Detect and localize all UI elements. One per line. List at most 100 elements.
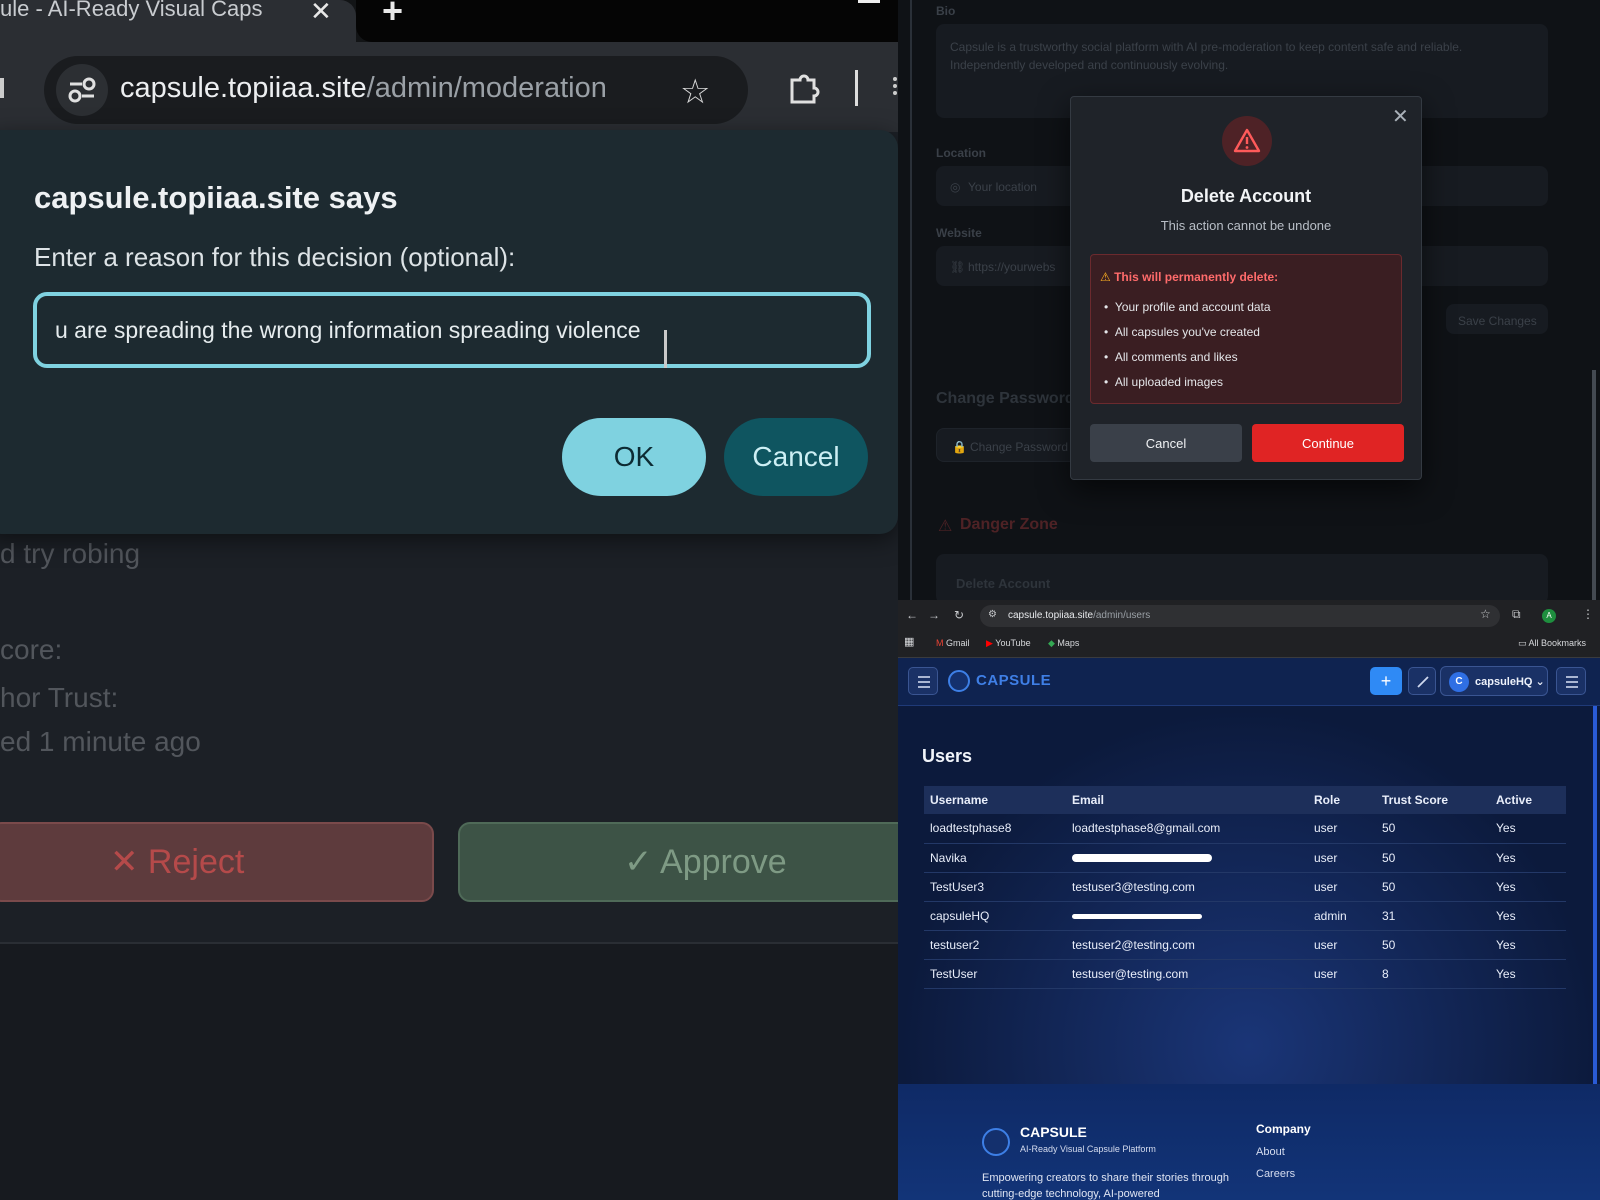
danger-warning-icon: ⚠: [938, 518, 953, 535]
website-label: Website: [936, 226, 982, 240]
dialog-title: capsule.topiiaa.site says: [34, 180, 398, 215]
warning-icon: [1222, 116, 1272, 166]
bookmark-maps[interactable]: ◆ Maps: [1048, 638, 1079, 649]
warning-list-item: • Your profile and account data: [1104, 300, 1271, 314]
ok-button[interactable]: OK: [562, 418, 706, 496]
website-placeholder: https://yourwebs: [968, 260, 1056, 274]
extensions-icon[interactable]: ⧉: [1512, 607, 1521, 622]
column-header-email[interactable]: Email: [1066, 786, 1308, 814]
bookmark-star-icon[interactable]: ☆: [1480, 607, 1491, 621]
reload-icon[interactable]: ↻: [954, 608, 964, 622]
moderation-window: ule - AI-Ready Visual Caps ✕ + capsule.t…: [0, 0, 898, 1200]
column-header-trust-score[interactable]: Trust Score: [1376, 786, 1490, 814]
warning-list-item: • All comments and likes: [1104, 350, 1238, 364]
menu-kebab-icon[interactable]: [893, 76, 897, 96]
table-row[interactable]: Navika user 50 Yes: [924, 843, 1566, 873]
danger-zone-heading: Danger Zone: [960, 516, 1058, 533]
folder-icon: ▭: [1518, 638, 1529, 648]
table-row[interactable]: TestUser testuser@testing.com user 8 Yes: [924, 959, 1566, 989]
footer-link-careers[interactable]: Careers: [1256, 1168, 1295, 1180]
cell-email: testuser2@testing.com: [1066, 930, 1308, 960]
bookmark-gmail[interactable]: M Gmail: [936, 638, 970, 648]
cell-role: user: [1308, 959, 1376, 989]
delete-account-label: Delete Account: [956, 576, 1051, 591]
modal-cancel-button[interactable]: Cancel: [1090, 424, 1242, 462]
footer-company-heading: Company: [1256, 1122, 1311, 1136]
cancel-button[interactable]: Cancel: [724, 418, 868, 496]
modal-title: Delete Account: [1180, 186, 1312, 206]
sidebar-toggle-button[interactable]: [908, 667, 938, 695]
capsule-logo-icon: [982, 1128, 1010, 1156]
lock-icon: 🔒: [952, 440, 967, 454]
approve-label: ✓ Approve: [624, 843, 787, 881]
maps-icon: ◆: [1048, 638, 1058, 648]
minimize-icon[interactable]: [858, 0, 880, 3]
cell-email: loadtestphase8@gmail.com: [1066, 814, 1308, 844]
cell-trust-score: 50: [1376, 843, 1490, 873]
cell-role: user: [1308, 814, 1376, 844]
table-row[interactable]: TestUser3 testuser3@testing.com user 50 …: [924, 872, 1566, 902]
cell-active: Yes: [1490, 959, 1566, 989]
modal-continue-button[interactable]: Continue: [1252, 424, 1404, 462]
table-row[interactable]: loadtestphase8 loadtestphase8@gmail.com …: [924, 814, 1566, 844]
approve-button[interactable]: ✓ Approve: [458, 822, 898, 902]
settings-window: Bio Capsule is a trustworthy social plat…: [898, 0, 1600, 600]
site-settings-icon[interactable]: [56, 64, 108, 116]
cell-role: user: [1308, 872, 1376, 902]
location-pin-icon: ◎: [950, 180, 961, 194]
location-label: Location: [936, 146, 986, 160]
chevron-down-icon: ⌄: [1535, 676, 1545, 688]
cell-username: Navika: [924, 843, 1066, 873]
table-header-row: Username Email Role Trust Score Active: [924, 786, 1566, 814]
tab-title: ule - AI-Ready Visual Caps: [0, 0, 263, 21]
reason-input[interactable]: [33, 292, 871, 368]
warning-small-icon: ⚠: [1100, 270, 1115, 284]
new-tab-icon[interactable]: +: [382, 0, 403, 32]
reload-icon[interactable]: [0, 78, 4, 98]
forward-icon[interactable]: →: [928, 608, 940, 622]
reject-label: ✕ Reject: [110, 843, 245, 881]
change-password-heading: Change Password: [936, 390, 1075, 407]
cell-trust-score: 50: [1376, 930, 1490, 960]
menu-kebab-icon[interactable]: ⋮: [1582, 607, 1594, 621]
users-table: Username Email Role Trust Score Active l…: [924, 786, 1566, 989]
edit-pen-button[interactable]: [1408, 667, 1436, 695]
change-password-button-label: Change Password: [970, 440, 1069, 454]
tab-close-icon[interactable]: ✕: [310, 0, 332, 27]
all-bookmarks[interactable]: ▭ All Bookmarks: [1518, 638, 1586, 649]
create-capsule-button[interactable]: +: [1370, 667, 1402, 695]
site-settings-icon[interactable]: ⚙: [988, 609, 997, 620]
location-placeholder: Your location: [968, 180, 1037, 194]
footer-link-about[interactable]: About: [1256, 1146, 1285, 1158]
close-icon[interactable]: ✕: [1392, 104, 1409, 129]
reject-button[interactable]: ✕ Reject: [0, 822, 434, 902]
modal-subtitle: This action cannot be undone: [1160, 218, 1332, 233]
score-label: core:: [0, 634, 63, 665]
back-icon[interactable]: ←: [906, 608, 918, 622]
table-row[interactable]: testuser2 testuser2@testing.com user 50 …: [924, 930, 1566, 960]
user-menu-button[interactable]: C capsuleHQ ⌄: [1440, 666, 1548, 696]
main-menu-button[interactable]: [1556, 667, 1586, 695]
column-header-username[interactable]: Username: [924, 786, 1066, 814]
footer-brand: CAPSULE: [1020, 1124, 1087, 1140]
bio-label: Bio: [936, 4, 956, 18]
address-text: capsule.topiiaa.site/admin/users: [1008, 610, 1151, 621]
bookmark-youtube[interactable]: ▶ YouTube: [986, 638, 1031, 649]
extensions-icon[interactable]: [786, 70, 822, 106]
capsule-logo-icon[interactable]: [948, 670, 970, 692]
table-row[interactable]: capsuleHQ admin 31 Yes: [924, 901, 1566, 931]
bookmark-star-icon[interactable]: ☆: [680, 72, 710, 112]
scrollbar[interactable]: [1593, 706, 1597, 1086]
profile-avatar[interactable]: A: [1542, 609, 1556, 623]
gmail-icon: M: [936, 638, 946, 648]
cell-role: user: [1308, 930, 1376, 960]
brand-name[interactable]: CAPSULE: [976, 672, 1051, 689]
scrollbar[interactable]: [1592, 370, 1596, 600]
user-name: capsuleHQ ⌄: [1475, 676, 1545, 688]
youtube-icon: ▶: [986, 638, 996, 648]
apps-grid-icon[interactable]: ▦: [904, 635, 914, 648]
user-avatar: C: [1449, 672, 1469, 692]
cell-active: Yes: [1490, 901, 1566, 931]
column-header-role[interactable]: Role: [1308, 786, 1376, 814]
column-header-active[interactable]: Active: [1490, 786, 1566, 814]
